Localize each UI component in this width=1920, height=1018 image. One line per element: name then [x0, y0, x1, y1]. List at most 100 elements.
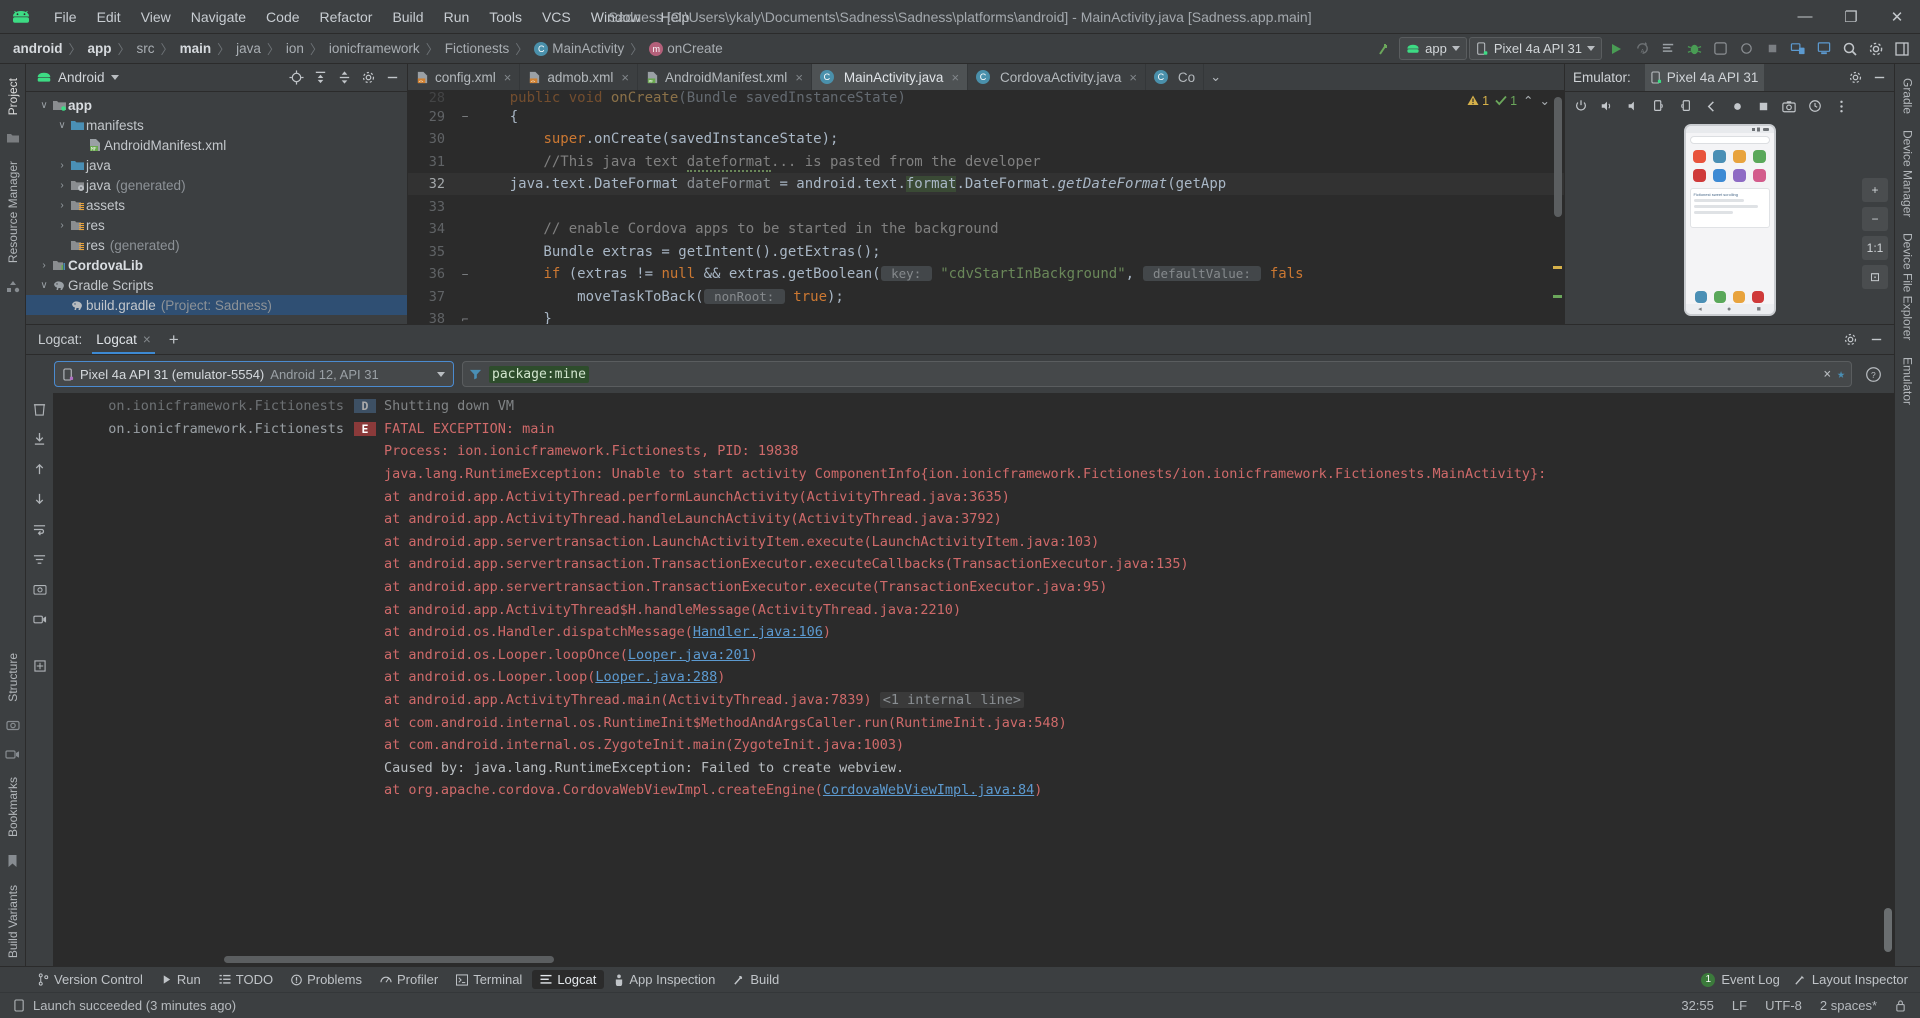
app-icon[interactable] [1712, 150, 1726, 163]
breadcrumb-ionicframework[interactable]: ionicframework [326, 40, 423, 57]
rotate-left-icon[interactable] [1647, 95, 1671, 117]
next-problem-icon[interactable]: ⌄ [1540, 93, 1550, 108]
logcat-row[interactable]: at android.app.ActivityThread.performLau… [54, 485, 1894, 508]
logcat-row[interactable]: at android.app.ActivityThread.main(Activ… [54, 689, 1894, 712]
emulator-screen-stage[interactable]: Fictionest sweet scrolling ◂ ● ■ + − 1:1… [1565, 120, 1894, 324]
apply-changes-icon[interactable]: A [1630, 37, 1654, 61]
back-icon[interactable] [1699, 95, 1723, 117]
emulator-device-tab[interactable]: Pixel 4a API 31 [1644, 64, 1765, 91]
overview-icon[interactable] [1751, 95, 1775, 117]
dock-icon[interactable] [1733, 291, 1745, 303]
tool-button-version-control[interactable]: Version Control [30, 970, 151, 989]
search-icon[interactable] [1838, 37, 1862, 61]
project-view-selector-label[interactable]: Android [58, 70, 105, 85]
settings-icon[interactable] [1838, 328, 1862, 352]
stop-button[interactable] [1760, 37, 1784, 61]
chevron-down-icon[interactable]: ∨ [38, 100, 50, 111]
tool-strip-project[interactable]: Project [6, 70, 20, 123]
menu-file[interactable]: File [44, 6, 87, 28]
tool-strip-structure[interactable]: Structure [6, 645, 20, 710]
structure-icon[interactable] [6, 280, 20, 293]
device-dock[interactable] [1686, 291, 1774, 303]
info-marker[interactable] [1553, 295, 1562, 299]
logcat-row[interactable]: at android.os.Handler.dispatchMessage(Ha… [54, 621, 1894, 644]
tree-item-androidmanifest[interactable]: MF AndroidManifest.xml [26, 135, 407, 155]
zoom-actual-button[interactable]: 1:1 [1862, 236, 1888, 260]
code-editor[interactable]: 1 1 ⌃ ⌄ 28 public void onCreate(Bundle s… [408, 91, 1564, 324]
logcat-row[interactable]: java.lang.RuntimeException: Unable to st… [54, 463, 1894, 486]
logcat-row[interactable]: at android.app.ActivityThread.handleLaun… [54, 508, 1894, 531]
soft-wrap-icon[interactable] [30, 519, 50, 539]
close-icon[interactable]: × [143, 332, 151, 347]
check-icon[interactable]: 1 [1495, 94, 1517, 108]
nav-back-icon[interactable]: ◂ [1698, 305, 1702, 313]
tool-button-build[interactable]: Build [725, 970, 787, 989]
logcat-row[interactable]: on.ionicframework.Fictionests D Shutting… [54, 395, 1894, 418]
logcat-query-input[interactable]: package:mine × ★ [462, 361, 1852, 387]
power-icon[interactable] [1569, 95, 1593, 117]
tool-button-logcat[interactable]: Logcat [532, 970, 605, 989]
app-icon[interactable] [1692, 150, 1706, 163]
menu-build[interactable]: Build [382, 6, 433, 28]
run-button[interactable] [1604, 37, 1628, 61]
chevron-down-icon[interactable]: ∨ [56, 120, 68, 131]
close-button[interactable]: ✕ [1874, 0, 1920, 34]
logcat-output[interactable]: on.ionicframework.Fictionests D Shutting… [54, 393, 1894, 966]
tool-button-app-inspection[interactable]: App Inspection [606, 970, 723, 989]
close-icon[interactable]: × [795, 70, 803, 85]
clear-all-icon[interactable] [30, 399, 50, 419]
app-icon[interactable] [1733, 169, 1747, 182]
logcat-row[interactable]: at org.apache.cordova.CordovaWebViewImpl… [54, 779, 1894, 802]
screenshot-icon[interactable] [1777, 95, 1801, 117]
fold-marker[interactable]: − [454, 268, 476, 281]
tree-item-assets[interactable]: › assets [26, 195, 407, 215]
filter-icon[interactable] [469, 368, 482, 380]
editor-tab-admob-xml[interactable]: <> admob.xml × [520, 64, 638, 91]
fold-marker[interactable]: ⌐ [454, 313, 476, 324]
logcat-row[interactable]: Process: ion.ionicframework.Fictionests,… [54, 440, 1894, 463]
collapse-all-icon[interactable] [333, 67, 355, 89]
hide-icon[interactable] [381, 67, 403, 89]
next-icon[interactable] [30, 489, 50, 509]
editor-tab-androidmanifest-xml[interactable]: MF AndroidManifest.xml × [638, 64, 812, 91]
folder-icon[interactable] [6, 132, 20, 144]
camera-icon[interactable] [5, 719, 20, 731]
menu-vcs[interactable]: VCS [532, 6, 581, 28]
tool-strip-build-variants[interactable]: Build Variants [6, 877, 20, 966]
stack-link[interactable]: Looper.java:201 [628, 647, 750, 663]
avd-manager-icon[interactable] [1812, 37, 1836, 61]
menu-refactor[interactable]: Refactor [310, 6, 383, 28]
settings-icon[interactable] [1844, 67, 1866, 89]
volume-up-icon[interactable] [1595, 95, 1619, 117]
device-app-grid-row1[interactable] [1686, 147, 1774, 166]
logcat-horizontal-scrollbar[interactable] [224, 956, 554, 963]
settings-icon[interactable] [357, 67, 379, 89]
favorite-query-icon[interactable]: ★ [1837, 367, 1845, 382]
tool-button-layout-inspector[interactable]: Layout Inspector [1794, 972, 1908, 987]
logcat-help-icon[interactable]: ? [1860, 361, 1886, 387]
internal-lines-badge[interactable]: <1 internal line> [879, 692, 1024, 709]
previous-icon[interactable] [30, 459, 50, 479]
breadcrumb-ion[interactable]: ion [283, 40, 307, 57]
menu-code[interactable]: Code [256, 6, 309, 28]
tool-strip-gradle[interactable]: Gradle [1901, 70, 1915, 122]
nav-recents-icon[interactable]: ■ [1757, 306, 1761, 313]
tree-item-java[interactable]: › java [26, 155, 407, 175]
breadcrumb-app[interactable]: app [85, 40, 115, 57]
tool-button-event-log[interactable]: 1 Event Log [1701, 972, 1780, 987]
stack-link[interactable]: Handler.java:106 [693, 624, 823, 640]
previous-problem-icon[interactable]: ⌃ [1523, 93, 1533, 108]
chevron-right-icon[interactable]: › [56, 180, 68, 191]
logcat-row[interactable]: on.ionicframework.Fictionests E FATAL EX… [54, 418, 1894, 441]
tool-strip-resource-manager[interactable]: Resource Manager [6, 153, 20, 271]
tree-item-res[interactable]: › res [26, 215, 407, 235]
emulator-device-screen[interactable]: Fictionest sweet scrolling ◂ ● ■ [1683, 124, 1776, 316]
zoom-out-button[interactable]: − [1862, 207, 1888, 231]
maximize-button[interactable]: ❐ [1828, 0, 1874, 34]
app-icon[interactable] [1733, 150, 1747, 163]
logcat-row[interactable]: at com.android.internal.os.RuntimeInit$M… [54, 711, 1894, 734]
app-icon[interactable] [1753, 150, 1767, 163]
tree-item-app[interactable]: ∨ app [26, 95, 407, 115]
rotate-right-icon[interactable] [1673, 95, 1697, 117]
fold-marker[interactable]: − [454, 110, 476, 123]
